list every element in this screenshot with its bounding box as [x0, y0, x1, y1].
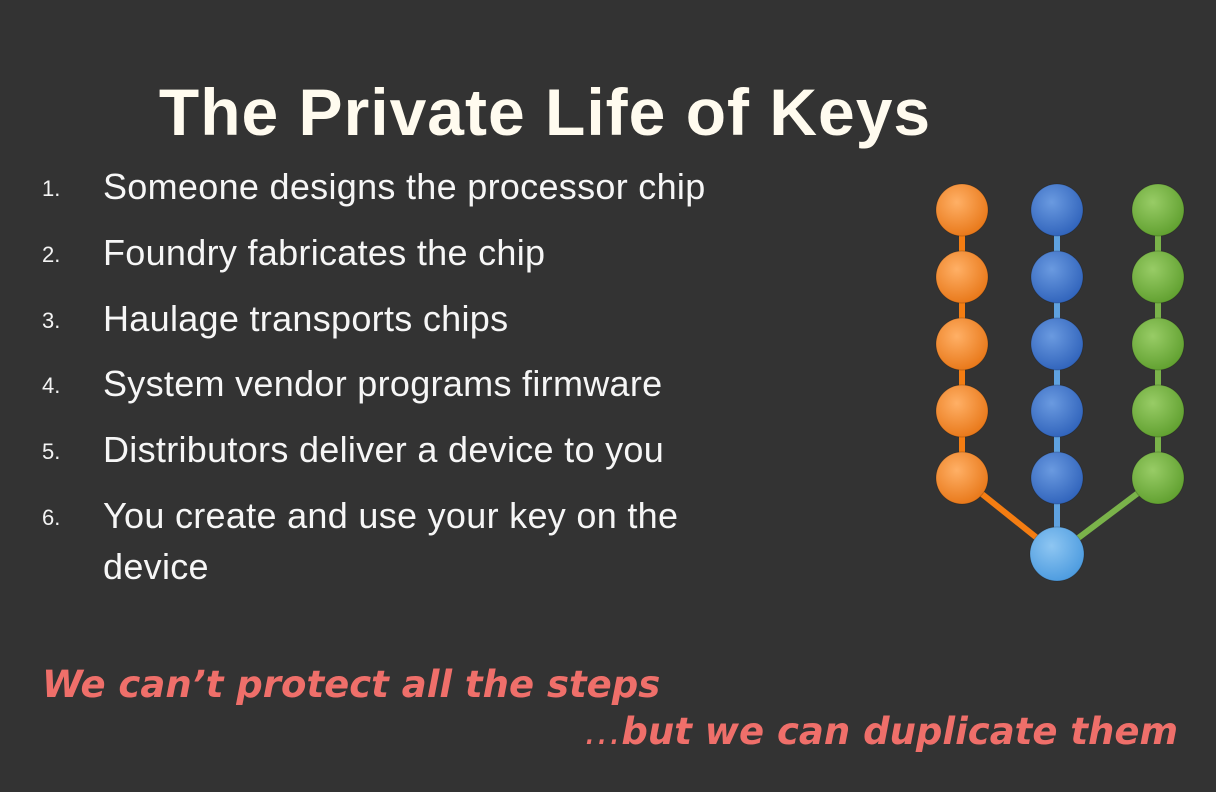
step-text: Someone designs the processor chip: [103, 166, 706, 207]
step-number: 5.: [42, 439, 61, 464]
green-node: [1131, 183, 1185, 237]
blue-node: [1030, 250, 1084, 304]
step-number: 3.: [42, 308, 61, 333]
orange-node: [935, 384, 989, 438]
green-node: [1131, 317, 1185, 371]
orange-node: [935, 183, 989, 237]
tagline-secondary-text: but we can duplicate them: [621, 710, 1178, 753]
green-node: [1131, 451, 1185, 505]
tagline-ellipsis: …: [584, 710, 622, 753]
merge-node: [1029, 526, 1085, 582]
step-text: You create and use your key on the devic…: [103, 495, 679, 587]
blue-node: [1030, 451, 1084, 505]
slide-title: The Private Life of Keys: [158, 75, 932, 149]
step-number: 1.: [42, 176, 61, 201]
blue-node: [1030, 317, 1084, 371]
step-text: System vendor programs firmware: [103, 363, 663, 404]
blue-node: [1030, 384, 1084, 438]
orange-node: [935, 451, 989, 505]
step-number: 4.: [42, 373, 61, 398]
green-node: [1131, 384, 1185, 438]
slide: The Private Life of Keys 1. Someone desi…: [0, 0, 1216, 792]
step-number: 6.: [42, 505, 61, 530]
green-node: [1131, 250, 1185, 304]
step-text: Distributors deliver a device to you: [103, 429, 665, 470]
step-text: Foundry fabricates the chip: [103, 232, 546, 273]
blue-node: [1030, 183, 1084, 237]
step-number: 2.: [42, 242, 61, 267]
orange-node: [935, 317, 989, 371]
tagline-secondary: …but we can duplicate them: [584, 709, 1178, 755]
orange-node: [935, 250, 989, 304]
supply-chain-diagram: [935, 183, 1185, 582]
step-text: Haulage transports chips: [103, 298, 509, 339]
tagline-primary: We can’t protect all the steps: [42, 663, 661, 706]
